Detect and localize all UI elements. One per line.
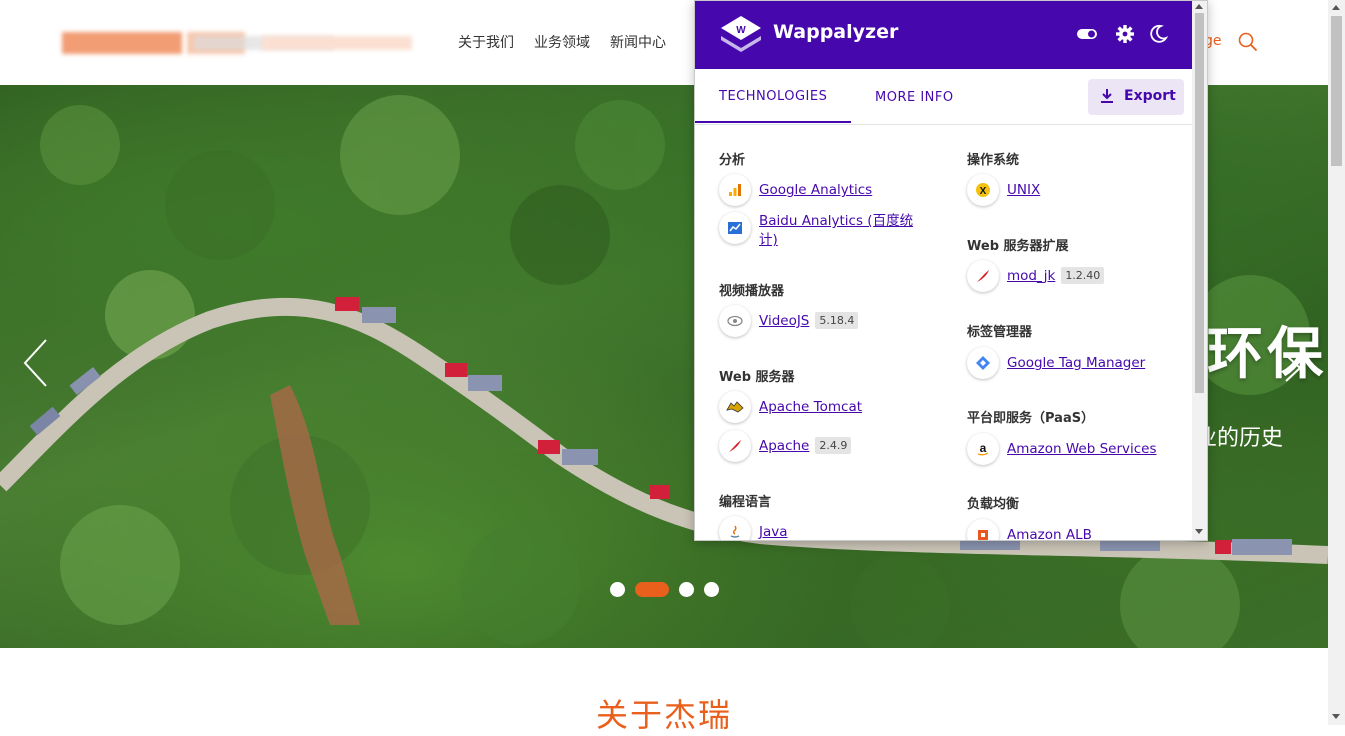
scroll-down-icon[interactable] [1332,714,1340,719]
page-scrollbar-thumb[interactable] [1331,16,1342,166]
tech-name[interactable]: VideoJS [759,312,809,331]
svg-text:X: X [980,186,987,197]
site-logo-blurred[interactable] [62,26,422,58]
popup-scrollbar[interactable] [1192,1,1207,540]
tech-mod-jk[interactable]: mod_jk 1.2.40 [967,260,1105,292]
amazon-alb-icon [967,519,999,540]
tomcat-icon [719,391,751,423]
tech-name[interactable]: Baidu Analytics (百度统计) [759,212,919,250]
tech-apache[interactable]: Apache 2.4.9 [719,430,852,462]
carousel-dot[interactable] [610,582,625,597]
tech-name[interactable]: mod_jk [1007,267,1055,286]
carousel-next-icon[interactable] [1282,353,1304,383]
brand-name: Wappalyzer [773,21,899,43]
google-tag-manager-icon [967,347,999,379]
tech-amazon-web-services[interactable]: a Amazon Web Services [967,433,1157,465]
apache-feather-icon [719,430,751,462]
popup-tabs: TECHNOLOGIES MORE INFO Export [695,69,1192,125]
carousel-dot-active[interactable] [635,582,669,597]
tech-name[interactable]: Amazon Web Services [1007,440,1157,459]
tech-version: 1.2.40 [1061,267,1105,284]
main-nav: 关于我们 业务领域 新闻中心 [458,32,666,52]
hero-title: 环保 [1207,322,1327,387]
category-operating-system: 操作系统 [967,153,1020,168]
popup-header: W Wappalyzer [695,1,1207,69]
download-icon [1101,89,1113,103]
hero-subtitle: 业的历史 [1195,426,1284,451]
tech-java[interactable]: Java [719,516,788,540]
apache-feather-icon [967,260,999,292]
about-section-title: 关于杰瑞 [596,696,733,734]
category-tag-manager: 标签管理器 [967,325,1033,340]
tech-videojs[interactable]: VideoJS 5.18.4 [719,305,859,337]
tech-name[interactable]: UNIX [1007,181,1040,200]
tech-name[interactable]: Google Tag Manager [1007,354,1145,373]
tech-version: 5.18.4 [815,312,859,329]
baidu-analytics-icon [719,212,751,244]
tech-apache-tomcat[interactable]: Apache Tomcat [719,391,862,423]
category-analytics: 分析 [719,153,746,168]
scroll-up-icon[interactable] [1332,5,1340,10]
category-programming-language: 编程语言 [719,495,772,510]
unix-icon: X [967,174,999,206]
scroll-down-icon[interactable] [1195,529,1203,534]
tech-name[interactable]: Amazon ALB [1007,526,1092,540]
tech-name[interactable]: Google Analytics [759,181,872,200]
tech-name[interactable]: Apache Tomcat [759,398,862,417]
tab-more-info[interactable]: MORE INFO [875,90,954,105]
carousel-dot[interactable] [679,582,694,597]
category-web-server: Web 服务器 [719,370,795,385]
category-paas: 平台即服务（PaaS） [967,411,1095,426]
tech-amazon-alb[interactable]: Amazon ALB [967,519,1092,540]
tech-version: 2.4.9 [815,437,852,454]
nav-about[interactable]: 关于我们 [458,32,514,52]
tech-baidu-analytics[interactable]: Baidu Analytics (百度统计) [719,212,919,250]
technologies-list: 分析 Google Analytics Baidu Analytics (百度统… [695,126,1192,540]
java-icon [719,516,751,540]
tech-name[interactable]: Java [759,523,788,540]
category-load-balancer: 负载均衡 [967,497,1020,512]
wappalyzer-popup: W Wappalyzer TECHNOLOGIES MORE INFO Expo… [694,0,1208,541]
tech-google-analytics[interactable]: Google Analytics [719,174,872,206]
tech-unix[interactable]: X UNIX [967,174,1040,206]
carousel-dot[interactable] [704,582,719,597]
nav-business[interactable]: 业务领域 [534,32,590,52]
google-analytics-icon [719,174,751,206]
search-icon[interactable] [1238,32,1258,52]
scroll-up-icon[interactable] [1195,4,1203,9]
tab-technologies[interactable]: TECHNOLOGIES [719,89,827,104]
wappalyzer-logo-icon: W [721,16,761,52]
nav-news[interactable]: 新闻中心 [610,32,666,52]
category-video-player: 视频播放器 [719,284,785,299]
popup-scrollbar-thumb[interactable] [1195,13,1204,393]
page-scrollbar[interactable] [1328,0,1345,725]
tech-name[interactable]: Apache [759,437,809,456]
moon-icon[interactable] [1147,23,1169,45]
svg-text:a: a [980,441,987,455]
export-button[interactable]: Export [1088,79,1184,115]
category-web-server-extension: Web 服务器扩展 [967,239,1069,254]
carousel-indicators [610,582,719,597]
carousel-prev-icon[interactable] [22,338,48,388]
videojs-icon [719,305,751,337]
amazon-icon: a [967,433,999,465]
gear-icon[interactable] [1114,23,1136,45]
tech-google-tag-manager[interactable]: Google Tag Manager [967,347,1145,379]
export-label: Export [1124,88,1176,104]
active-tab-indicator [695,121,851,123]
toggle-icon[interactable] [1076,23,1098,45]
svg-text:W: W [736,25,746,36]
